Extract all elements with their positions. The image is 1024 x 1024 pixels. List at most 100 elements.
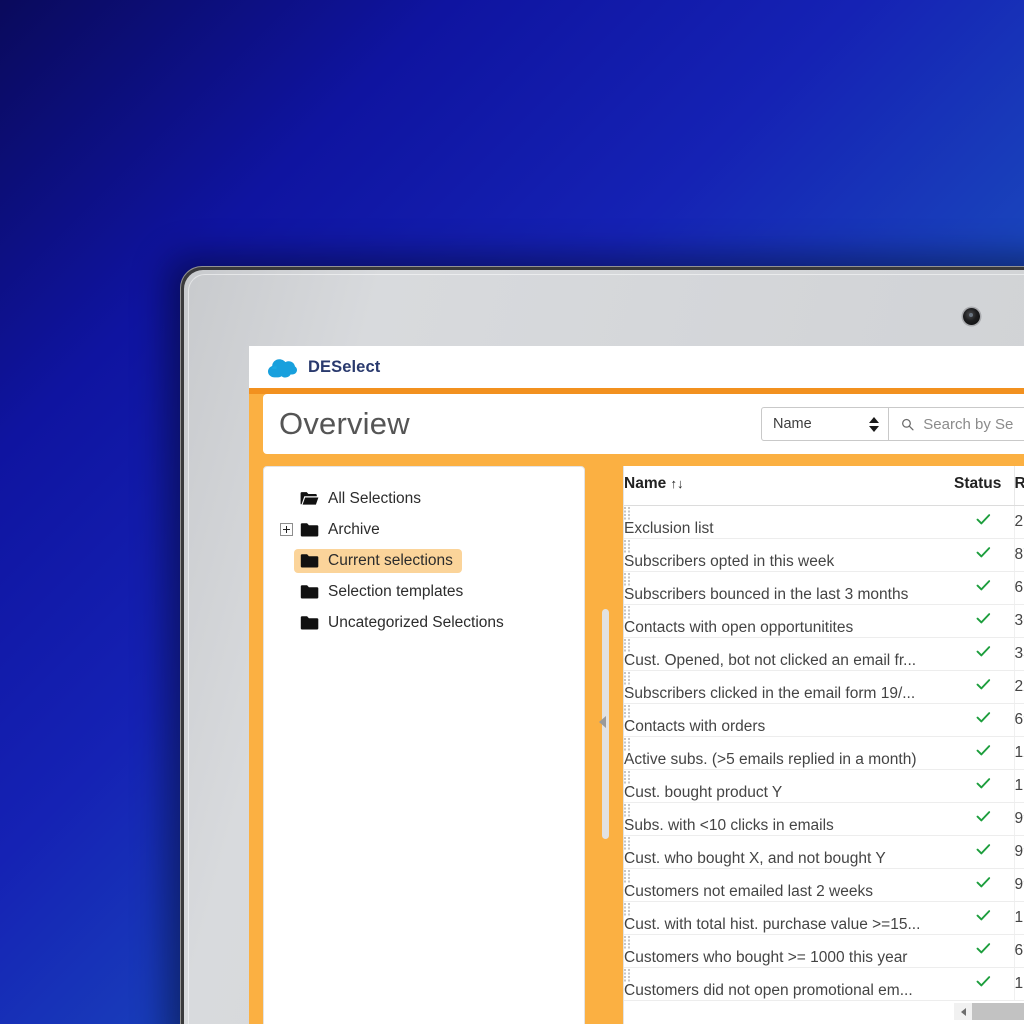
drag-grip-icon[interactable] bbox=[624, 539, 631, 553]
content-panels: All Selections Archive Current selection… bbox=[263, 466, 1024, 1024]
app-top-bar: DESelect bbox=[249, 346, 1024, 388]
search-box[interactable] bbox=[889, 407, 1024, 441]
laptop-bezel: DESelect Overview Name Search by Se All … bbox=[184, 270, 1024, 1024]
sidebar-item-selection-templates[interactable]: Selection templates bbox=[276, 576, 572, 607]
drag-grip-icon[interactable] bbox=[624, 506, 631, 520]
table-row[interactable]: Active subs. (>5 emails replied in a mon… bbox=[624, 736, 1024, 770]
selection-name-link[interactable]: Subscribers clicked in the email form 19… bbox=[624, 685, 915, 702]
green-check-icon bbox=[976, 943, 991, 954]
selection-name-link[interactable]: Exclusion list bbox=[624, 520, 714, 537]
table-row[interactable]: Customers who bought >= 1000 this year 67… bbox=[624, 934, 1024, 968]
column-header-name[interactable]: Name ↑↓ bbox=[624, 466, 954, 506]
table-row[interactable]: Subscribers bounced in the last 3 months… bbox=[624, 571, 1024, 605]
table-row[interactable]: Subscribers clicked in the email form 19… bbox=[624, 670, 1024, 704]
green-check-icon bbox=[976, 745, 991, 756]
selection-name-link[interactable]: Customers did not open promotional em... bbox=[624, 982, 913, 999]
cell-name: Cust. with total hist. purchase value >=… bbox=[624, 901, 954, 935]
cell-status bbox=[954, 934, 1014, 968]
table-row[interactable]: Cust. bought product Y 1,2 bbox=[624, 769, 1024, 803]
selection-name-link[interactable]: Cust. who bought X, and not bought Y bbox=[624, 850, 886, 867]
selection-name-link[interactable]: Customers not emailed last 2 weeks bbox=[624, 883, 873, 900]
cell-name: Subscribers opted in this week bbox=[624, 538, 954, 572]
table-row[interactable]: Subscribers opted in this week 874 bbox=[624, 538, 1024, 572]
table-row[interactable]: Contacts with open opportunitites 36 bbox=[624, 604, 1024, 638]
drag-grip-icon[interactable] bbox=[624, 671, 631, 685]
cell-records: 994 bbox=[1013, 802, 1024, 836]
selection-name-link[interactable]: Active subs. (>5 emails replied in a mon… bbox=[624, 751, 916, 768]
drag-grip-icon[interactable] bbox=[624, 770, 631, 784]
sort-updown-icon[interactable]: ↑↓ bbox=[671, 476, 684, 491]
cell-name: Cust. bought product Y bbox=[624, 769, 954, 803]
cell-name: Customers who bought >= 1000 this year bbox=[624, 934, 954, 968]
scroll-left-arrow-icon bbox=[960, 1007, 966, 1016]
search-input[interactable] bbox=[923, 415, 1024, 433]
panel-splitter[interactable] bbox=[599, 466, 609, 1024]
column-header-status[interactable]: Status bbox=[954, 466, 1014, 506]
drag-grip-icon[interactable] bbox=[624, 638, 631, 652]
drag-grip-icon[interactable] bbox=[624, 605, 631, 619]
cell-name: Cust. who bought X, and not bought Y bbox=[624, 835, 954, 869]
drag-grip-icon[interactable] bbox=[624, 869, 631, 883]
cell-status bbox=[954, 703, 1014, 737]
selection-name-link[interactable]: Cust. bought product Y bbox=[624, 784, 782, 801]
selection-name-link[interactable]: Cust. with total hist. purchase value >=… bbox=[624, 916, 920, 933]
sidebar-item-current-selections[interactable]: Current selections bbox=[276, 545, 572, 576]
scroll-left-button[interactable] bbox=[954, 1003, 972, 1020]
cell-records: 1,2 bbox=[1013, 769, 1024, 803]
table-row[interactable]: Subs. with <10 clicks in emails 994 bbox=[624, 802, 1024, 836]
folder-icon bbox=[300, 616, 319, 630]
table-row[interactable]: Customers did not open promotional em...… bbox=[624, 967, 1024, 1001]
table-row[interactable]: Customers not emailed last 2 weeks 997 bbox=[624, 868, 1024, 902]
table-head: Name ↑↓ Status Rec bbox=[624, 466, 1024, 506]
sidebar-item-label: Current selections bbox=[328, 551, 453, 569]
sidebar-item-archive[interactable]: Archive bbox=[276, 514, 572, 545]
expand-plus-icon[interactable] bbox=[280, 523, 293, 536]
drag-grip-icon[interactable] bbox=[624, 704, 631, 718]
sort-field-select[interactable]: Name bbox=[761, 407, 889, 441]
drag-grip-icon[interactable] bbox=[624, 968, 631, 982]
sidebar-item-selected-pill: Current selections bbox=[294, 548, 462, 573]
green-check-icon bbox=[976, 580, 991, 591]
drag-grip-icon[interactable] bbox=[624, 737, 631, 751]
cell-records: 1,3 bbox=[1013, 901, 1024, 935]
cell-status bbox=[954, 868, 1014, 902]
horizontal-scrollbar[interactable] bbox=[954, 1003, 1024, 1020]
drag-grip-icon[interactable] bbox=[624, 803, 631, 817]
table-row[interactable]: Exclusion list 21 bbox=[624, 505, 1024, 539]
cell-status bbox=[954, 505, 1014, 539]
drag-grip-icon[interactable] bbox=[624, 836, 631, 850]
selection-name-link[interactable]: Contacts with open opportunitites bbox=[624, 619, 853, 636]
app-body: Overview Name Search by Se All Selection… bbox=[263, 394, 1024, 1024]
selection-name-link[interactable]: Subscribers opted in this week bbox=[624, 553, 834, 570]
drag-grip-icon[interactable] bbox=[624, 572, 631, 586]
drag-grip-icon[interactable] bbox=[624, 902, 631, 916]
table-row[interactable]: Cust. Opened, bot not clicked an email f… bbox=[624, 637, 1024, 671]
selection-name-link[interactable]: Cust. Opened, bot not clicked an email f… bbox=[624, 652, 916, 669]
page-header-card: Overview Name bbox=[263, 394, 1024, 454]
cell-records: 21 bbox=[1013, 505, 1024, 539]
selection-name-link[interactable]: Contacts with orders bbox=[624, 718, 765, 735]
selection-name-link[interactable]: Subscribers bounced in the last 3 months bbox=[624, 586, 908, 603]
table-row[interactable]: Contacts with orders 69 bbox=[624, 703, 1024, 737]
stepper-updown-icon[interactable] bbox=[869, 416, 879, 432]
table-row[interactable]: Cust. with total hist. purchase value >=… bbox=[624, 901, 1024, 935]
cell-status bbox=[954, 769, 1014, 803]
collapse-left-arrow-icon[interactable] bbox=[599, 716, 606, 728]
green-check-icon bbox=[976, 976, 991, 987]
cloud-icon bbox=[268, 358, 297, 377]
green-check-icon bbox=[976, 646, 991, 657]
webcam-icon bbox=[963, 308, 980, 325]
drag-grip-icon[interactable] bbox=[624, 935, 631, 949]
selection-name-link[interactable]: Subs. with <10 clicks in emails bbox=[624, 817, 834, 834]
cell-records: 36 bbox=[1013, 604, 1024, 638]
table-row[interactable]: Cust. who bought X, and not bought Y 997 bbox=[624, 835, 1024, 869]
column-header-records[interactable]: Rec bbox=[1013, 466, 1024, 506]
cell-records: 33 bbox=[1013, 637, 1024, 671]
selections-table: Name ↑↓ Status Rec Exclusion list21Subsc… bbox=[624, 466, 1024, 1001]
cell-records: 120 bbox=[1013, 736, 1024, 770]
cell-records: 61 bbox=[1013, 571, 1024, 605]
sidebar-item-all-selections[interactable]: All Selections bbox=[276, 483, 572, 514]
selection-name-link[interactable]: Customers who bought >= 1000 this year bbox=[624, 949, 907, 966]
horizontal-scrollbar-thumb[interactable] bbox=[972, 1003, 1024, 1020]
sidebar-item-uncategorized-selections[interactable]: Uncategorized Selections bbox=[276, 607, 572, 638]
